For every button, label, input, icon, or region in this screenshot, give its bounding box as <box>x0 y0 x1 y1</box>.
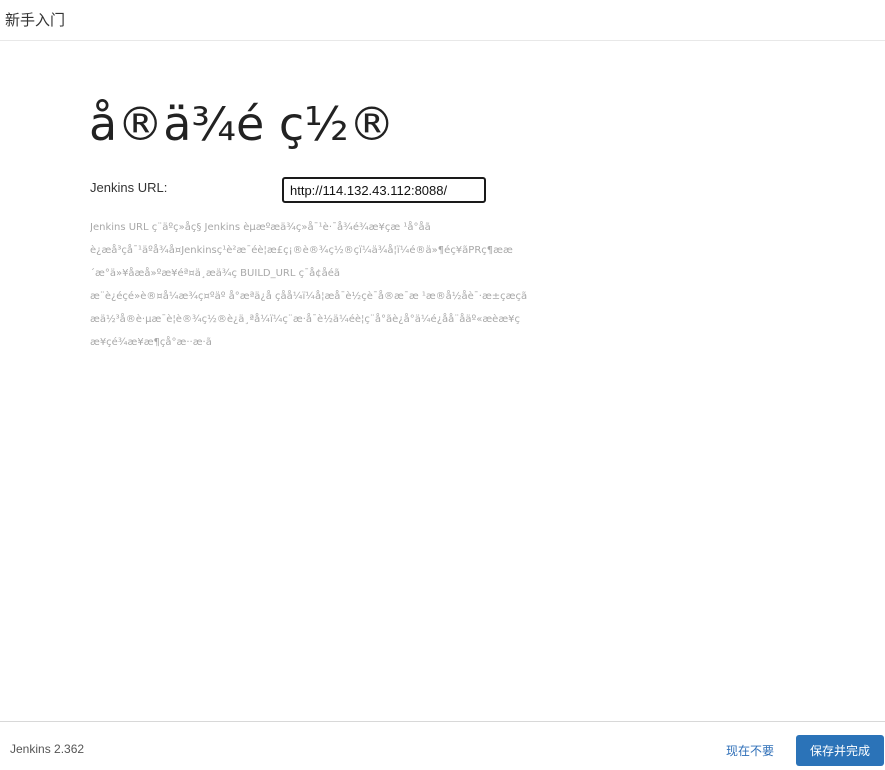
jenkins-url-label: Jenkins URL: <box>90 180 168 195</box>
page-title: å®ä¾é ç½® <box>89 97 395 151</box>
help-line: æ¥çé¾æ¥æ¶çå°æ··æ·ã <box>90 337 212 348</box>
footer-bar: Jenkins 2.362 现在不要 保存并完成 <box>0 721 885 770</box>
help-line: æä½³å®è·µæ¯è¦è®¾ç½®è¿ä¸ªå¼ï¼ç¨æ·å¯è½ä¼éè… <box>90 314 521 325</box>
header-title: 新手入门 <box>5 11 66 29</box>
help-line: æ¨è¿éçé»è®¤å¼æ¾ç¤ºäº å°æªä¿å­ çåå¼ï¼å¦æå… <box>90 291 528 302</box>
help-line: è¿æå³çå¯¹äºå¾å¤Jenkinsç¹è²æ¯éè¦æ­£ç¡®è®¾… <box>90 245 513 256</box>
help-line: Jenkins URL ç¨äºç»åç§ Jenkins èµæºæä¾ç»å… <box>90 222 431 233</box>
skip-button[interactable]: 现在不要 <box>726 742 774 759</box>
help-line: ´æ°ä»¥åæå»ºæ­¥éª¤ä¸­æä¾ç BUILD_URL ç¯å¢å… <box>90 268 340 279</box>
header-bar: 新手入门 <box>0 0 885 41</box>
save-and-finish-button[interactable]: 保存并完成 <box>796 735 884 766</box>
jenkins-url-help: Jenkins URL ç¨äºç»åç§ Jenkins èµæºæä¾ç»å… <box>90 216 780 354</box>
jenkins-url-input[interactable] <box>282 177 486 203</box>
version-label: Jenkins 2.362 <box>10 742 85 756</box>
